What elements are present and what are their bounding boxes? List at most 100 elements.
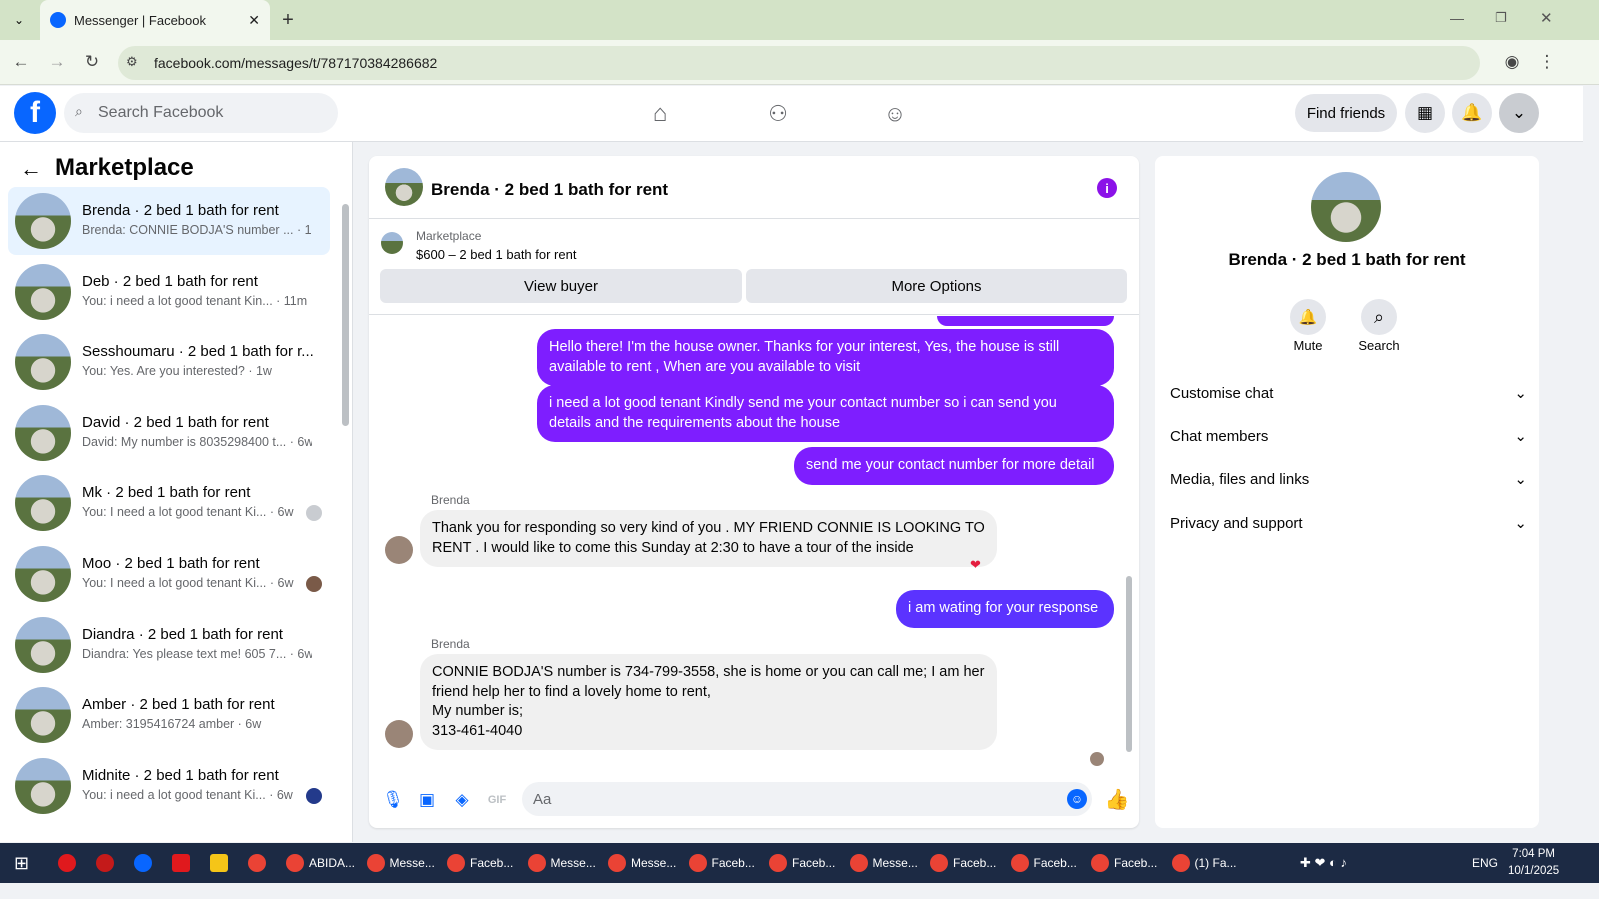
conversation-name: Diandra · 2 bed 1 bath for rent	[82, 625, 283, 643]
conversation-item[interactable]: Diandra · 2 bed 1 bath for rent Diandra: …	[8, 611, 330, 679]
opera-icon[interactable]	[58, 854, 76, 872]
conversation-item[interactable]: Moo · 2 bed 1 bath for rent You: I need a…	[8, 540, 330, 608]
opera-gx-icon[interactable]	[96, 854, 114, 872]
media-files-links-section[interactable]: Media, files and links ⌄	[1170, 461, 1527, 497]
close-window-icon[interactable]: ✕	[1540, 9, 1553, 27]
conversation-item[interactable]: Brenda · 2 bed 1 bath for rent Brenda: CO…	[8, 187, 330, 255]
search-chat-icon[interactable]: ⌕	[1361, 299, 1397, 335]
browser-tab[interactable]: Messenger | Facebook ✕	[40, 0, 270, 40]
taskbar-window-button[interactable]: (1) Fa...	[1171, 843, 1237, 883]
search-facebook-input[interactable]: ⌕ Search Facebook	[64, 93, 338, 133]
page-scrollbar[interactable]	[1585, 86, 1599, 843]
clock[interactable]: 7:04 PM 10/1/2025	[1508, 843, 1559, 883]
taskbar-window-button[interactable]: Faceb...	[688, 843, 755, 883]
sidebar-scrollbar[interactable]	[342, 204, 349, 426]
find-friends-button[interactable]: Find friends	[1295, 94, 1397, 132]
url-field[interactable]: ⚙ facebook.com/messages/t/78717038428668…	[118, 46, 1480, 80]
section-label: Chat members	[1170, 427, 1269, 445]
outgoing-message[interactable]: i am wating for your response	[896, 590, 1114, 628]
outgoing-message[interactable]: Hello there! I'm the house owner. Thanks…	[537, 329, 1114, 386]
conversation-item[interactable]: David · 2 bed 1 bath for rent David: My n…	[8, 399, 330, 467]
message-input[interactable]: Aa	[522, 782, 1092, 816]
windows-start-icon[interactable]: ⊞	[14, 843, 29, 883]
sender-avatar[interactable]	[385, 720, 413, 748]
home-icon[interactable]: ⌂	[642, 96, 678, 132]
close-tab-icon[interactable]: ✕	[248, 12, 260, 29]
conversation-preview: David: My number is 8035298400 t... · 6w	[82, 434, 312, 449]
listing-text[interactable]: $600 – 2 bed 1 bath for rent	[416, 247, 576, 262]
more-options-button[interactable]: More Options	[746, 269, 1127, 303]
microphone-icon[interactable]: 🎙	[381, 788, 405, 812]
taskbar-window-button[interactable]: Messe...	[366, 843, 435, 883]
facebook-app-icon[interactable]	[134, 854, 152, 872]
privacy-support-section[interactable]: Privacy and support ⌄	[1170, 505, 1527, 541]
sticker-icon[interactable]: ◈	[450, 788, 474, 812]
taskbar-window-button[interactable]: Faceb...	[1010, 843, 1077, 883]
conversation-item[interactable]: Amber · 2 bed 1 bath for rent Amber: 3195…	[8, 681, 330, 749]
emoji-icon[interactable]: ☺	[1067, 789, 1087, 809]
conversation-avatar	[15, 334, 71, 391]
chrome-icon	[930, 854, 948, 872]
browser-menu-icon[interactable]: ⋮	[1532, 47, 1562, 77]
taskbar-window-button[interactable]: Faceb...	[1091, 843, 1157, 883]
outgoing-message[interactable]: i need a lot good tenant Kindly send me …	[537, 385, 1114, 442]
chat-scrollbar[interactable]	[1126, 576, 1132, 752]
tab-search-icon[interactable]: ⌄	[6, 8, 32, 32]
mute-bell-icon[interactable]: 🔔	[1290, 299, 1326, 335]
like-thumb-icon[interactable]: 👍	[1104, 786, 1130, 812]
minimize-icon[interactable]: —	[1450, 10, 1464, 26]
view-buyer-button[interactable]: View buyer	[380, 269, 742, 303]
taskbar-window-button[interactable]: Faceb...	[447, 843, 513, 883]
restore-icon[interactable]: ❐	[1495, 10, 1507, 26]
taskbar-window-button[interactable]: Faceb...	[930, 843, 996, 883]
conversation-item[interactable]: Sesshoumaru · 2 bed 1 bath for r... You: …	[8, 328, 330, 396]
reload-icon[interactable]: ↻	[77, 47, 107, 77]
listing-thumbnail[interactable]	[381, 232, 403, 254]
conversation-preview: You: i need a lot good tenant Ki... · 6w	[82, 787, 293, 802]
taskbar-window-button[interactable]: ABIDA...	[286, 843, 355, 883]
photo-icon[interactable]: ▣	[415, 788, 439, 812]
previous-message-bubble	[937, 316, 1114, 326]
site-info-icon[interactable]: ⚙	[126, 54, 138, 70]
language-indicator[interactable]: ENG	[1472, 843, 1498, 883]
file-explorer-icon[interactable]	[210, 854, 228, 872]
account-avatar[interactable]: ⌄	[1499, 93, 1539, 133]
incoming-message[interactable]: Thank you for responding so very kind of…	[420, 510, 997, 567]
profile-icon[interactable]: ◉	[1497, 47, 1527, 77]
details-avatar[interactable]	[1311, 172, 1381, 242]
facebook-logo-icon[interactable]: f	[14, 92, 56, 134]
back-icon[interactable]: ←	[6, 47, 36, 77]
chat-members-section[interactable]: Chat members ⌄	[1170, 418, 1527, 454]
chat-details-panel: Brenda · 2 bed 1 bath for rent 🔔 Mute ⌕ …	[1155, 156, 1539, 828]
facebook-favicon-icon	[50, 12, 66, 28]
notifications-bell-icon[interactable]: 🔔	[1452, 93, 1492, 133]
customise-chat-section[interactable]: Customise chat ⌄	[1170, 375, 1527, 411]
taskbar-window-button[interactable]: Messe...	[608, 843, 676, 883]
new-tab-icon[interactable]: +	[276, 8, 300, 32]
chat-avatar[interactable]	[385, 168, 423, 206]
taskbar-window-button[interactable]: Faceb...	[769, 843, 835, 883]
system-tray-icons[interactable]: ✚ ❤ ◐ ♪	[1300, 843, 1347, 883]
back-arrow-icon[interactable]: ←	[20, 156, 42, 182]
chat-title[interactable]: Brenda · 2 bed 1 bath for rent	[431, 180, 668, 200]
sender-avatar[interactable]	[385, 536, 413, 564]
menu-grid-icon[interactable]: ▦	[1405, 93, 1445, 133]
chrome-icon	[527, 854, 546, 872]
outgoing-message[interactable]: send me your contact number for more det…	[794, 447, 1114, 485]
conversation-item[interactable]: Deb · 2 bed 1 bath for rent You: i need a…	[8, 258, 330, 326]
chrome-icon[interactable]	[248, 854, 266, 872]
groups-icon[interactable]: ☺	[877, 96, 913, 132]
forward-icon[interactable]: →	[42, 47, 72, 77]
incoming-message[interactable]: CONNIE BODJA'S number is 734-799-3558, s…	[420, 654, 997, 750]
info-icon[interactable]: i	[1097, 178, 1117, 198]
section-label: Media, files and links	[1170, 470, 1310, 488]
conversation-item[interactable]: Midnite · 2 bed 1 bath for rent You: i ne…	[8, 752, 330, 820]
taskbar-window-button[interactable]: Messe...	[527, 843, 596, 883]
friends-icon[interactable]: ⚇	[760, 96, 796, 132]
wps-icon[interactable]	[172, 854, 190, 872]
conversation-item[interactable]: Mk · 2 bed 1 bath for rent You: I need a …	[8, 469, 330, 537]
gif-icon[interactable]: GIF	[485, 788, 509, 812]
taskbar-window-button[interactable]: Messe...	[849, 843, 918, 883]
heart-reaction-icon[interactable]: ❤	[970, 557, 981, 573]
conversation-name: David · 2 bed 1 bath for rent	[82, 413, 269, 431]
